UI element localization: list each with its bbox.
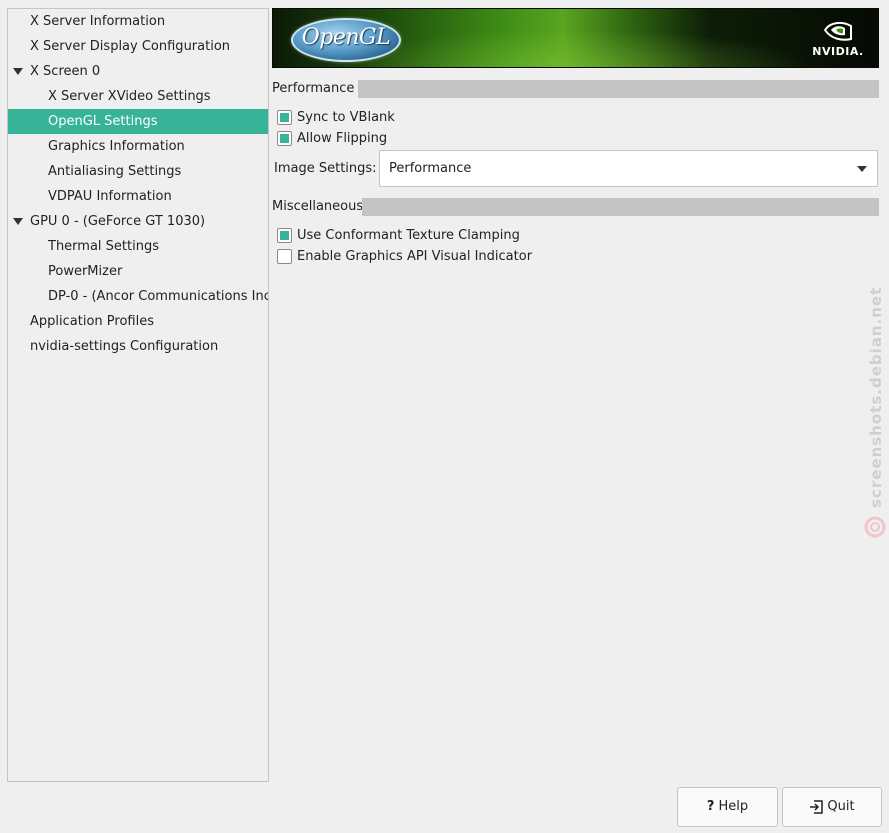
- debian-swirl-icon: [864, 516, 886, 538]
- opengl-logo-text: OpenGL: [301, 25, 391, 50]
- tree-item-label: X Server XVideo Settings: [48, 89, 211, 104]
- performance-section-label: Performance: [272, 81, 355, 96]
- tree-item-label: X Server Information: [30, 14, 166, 29]
- tree-item-nvidia-settings-configuration[interactable]: nvidia-settings Configuration: [8, 334, 268, 359]
- image-settings-label: Image Settings:: [274, 161, 377, 176]
- checkbox-box[interactable]: [277, 228, 292, 243]
- navigation-tree[interactable]: X Server Information X Server Display Co…: [7, 8, 269, 782]
- performance-section-header: Performance: [272, 80, 879, 98]
- image-settings-selected-value: Performance: [389, 161, 472, 176]
- tree-item-dp-0[interactable]: DP-0 - (Ancor Communications Inc A: [8, 284, 268, 309]
- expander-arrow-down-icon[interactable]: [12, 59, 24, 84]
- tree-item-label: X Server Display Configuration: [30, 39, 231, 54]
- nvidia-logo-text: NVIDIA.: [812, 45, 864, 58]
- tree-item-label: X Screen 0: [30, 64, 101, 79]
- tree-item-label: Application Profiles: [30, 314, 154, 329]
- miscellaneous-section-header: Miscellaneous: [272, 198, 879, 216]
- nvidia-settings-window: X Server Information X Server Display Co…: [0, 0, 889, 833]
- miscellaneous-section-label: Miscellaneous: [272, 199, 364, 214]
- tree-item-thermal-settings[interactable]: Thermal Settings: [8, 234, 268, 259]
- tree-item-label: Thermal Settings: [48, 239, 159, 254]
- section-divider-bar: [362, 198, 879, 216]
- help-button[interactable]: ? Help: [677, 787, 778, 827]
- tree-item-x-server-information[interactable]: X Server Information: [8, 9, 268, 34]
- section-divider-bar: [358, 80, 879, 98]
- checkbox-label: Sync to VBlank: [297, 110, 395, 125]
- tree-item-opengl-settings[interactable]: OpenGL Settings: [8, 109, 268, 134]
- tree-item-gpu-0[interactable]: GPU 0 - (GeForce GT 1030): [8, 209, 268, 234]
- checkbox-box[interactable]: [277, 110, 292, 125]
- nvidia-logo: NVIDIA.: [810, 17, 866, 61]
- tree-item-x-server-display-configuration[interactable]: X Server Display Configuration: [8, 34, 268, 59]
- help-question-icon: ?: [706, 799, 715, 814]
- tree-item-label: GPU 0 - (GeForce GT 1030): [30, 214, 206, 229]
- quit-button-label: Quit: [827, 799, 855, 814]
- watermark: screenshots.debian.net: [862, 287, 889, 540]
- tree-item-label: DP-0 - (Ancor Communications Inc A: [48, 289, 268, 304]
- quit-button[interactable]: Quit: [782, 787, 882, 827]
- tree-item-label: PowerMizer: [48, 264, 123, 279]
- help-button-label: Help: [718, 799, 749, 814]
- tree-item-vdpau-information[interactable]: VDPAU Information: [8, 184, 268, 209]
- tree-item-label: Antialiasing Settings: [48, 164, 182, 179]
- quit-exit-icon: [810, 800, 824, 814]
- checkbox-label: Enable Graphics API Visual Indicator: [297, 249, 533, 264]
- tree-item-application-profiles[interactable]: Application Profiles: [8, 309, 268, 334]
- tree-item-label: nvidia-settings Configuration: [30, 339, 219, 354]
- checkbox-box[interactable]: [277, 131, 292, 146]
- tree-item-label: VDPAU Information: [48, 189, 172, 204]
- tree-item-x-server-xvideo-settings[interactable]: X Server XVideo Settings: [8, 84, 268, 109]
- tree-item-antialiasing-settings[interactable]: Antialiasing Settings: [8, 159, 268, 184]
- tree-item-powermizer[interactable]: PowerMizer: [8, 259, 268, 284]
- checkbox-box[interactable]: [277, 249, 292, 264]
- tree-item-label: OpenGL Settings: [48, 114, 158, 129]
- tree-item-graphics-information[interactable]: Graphics Information: [8, 134, 268, 159]
- tree-item-label: Graphics Information: [48, 139, 185, 154]
- opengl-banner: OpenGL NVIDIA.: [272, 8, 879, 68]
- expander-arrow-down-icon[interactable]: [12, 209, 24, 234]
- opengl-logo: OpenGL: [291, 18, 401, 62]
- dropdown-caret-icon: [857, 166, 867, 172]
- watermark-text: screenshots.debian.net: [867, 286, 885, 508]
- tree-item-x-screen-0[interactable]: X Screen 0: [8, 59, 268, 84]
- image-settings-dropdown[interactable]: Performance: [379, 150, 878, 187]
- nvidia-eye-icon: [823, 21, 852, 41]
- checkbox-label: Allow Flipping: [297, 131, 388, 146]
- checkbox-label: Use Conformant Texture Clamping: [297, 228, 520, 243]
